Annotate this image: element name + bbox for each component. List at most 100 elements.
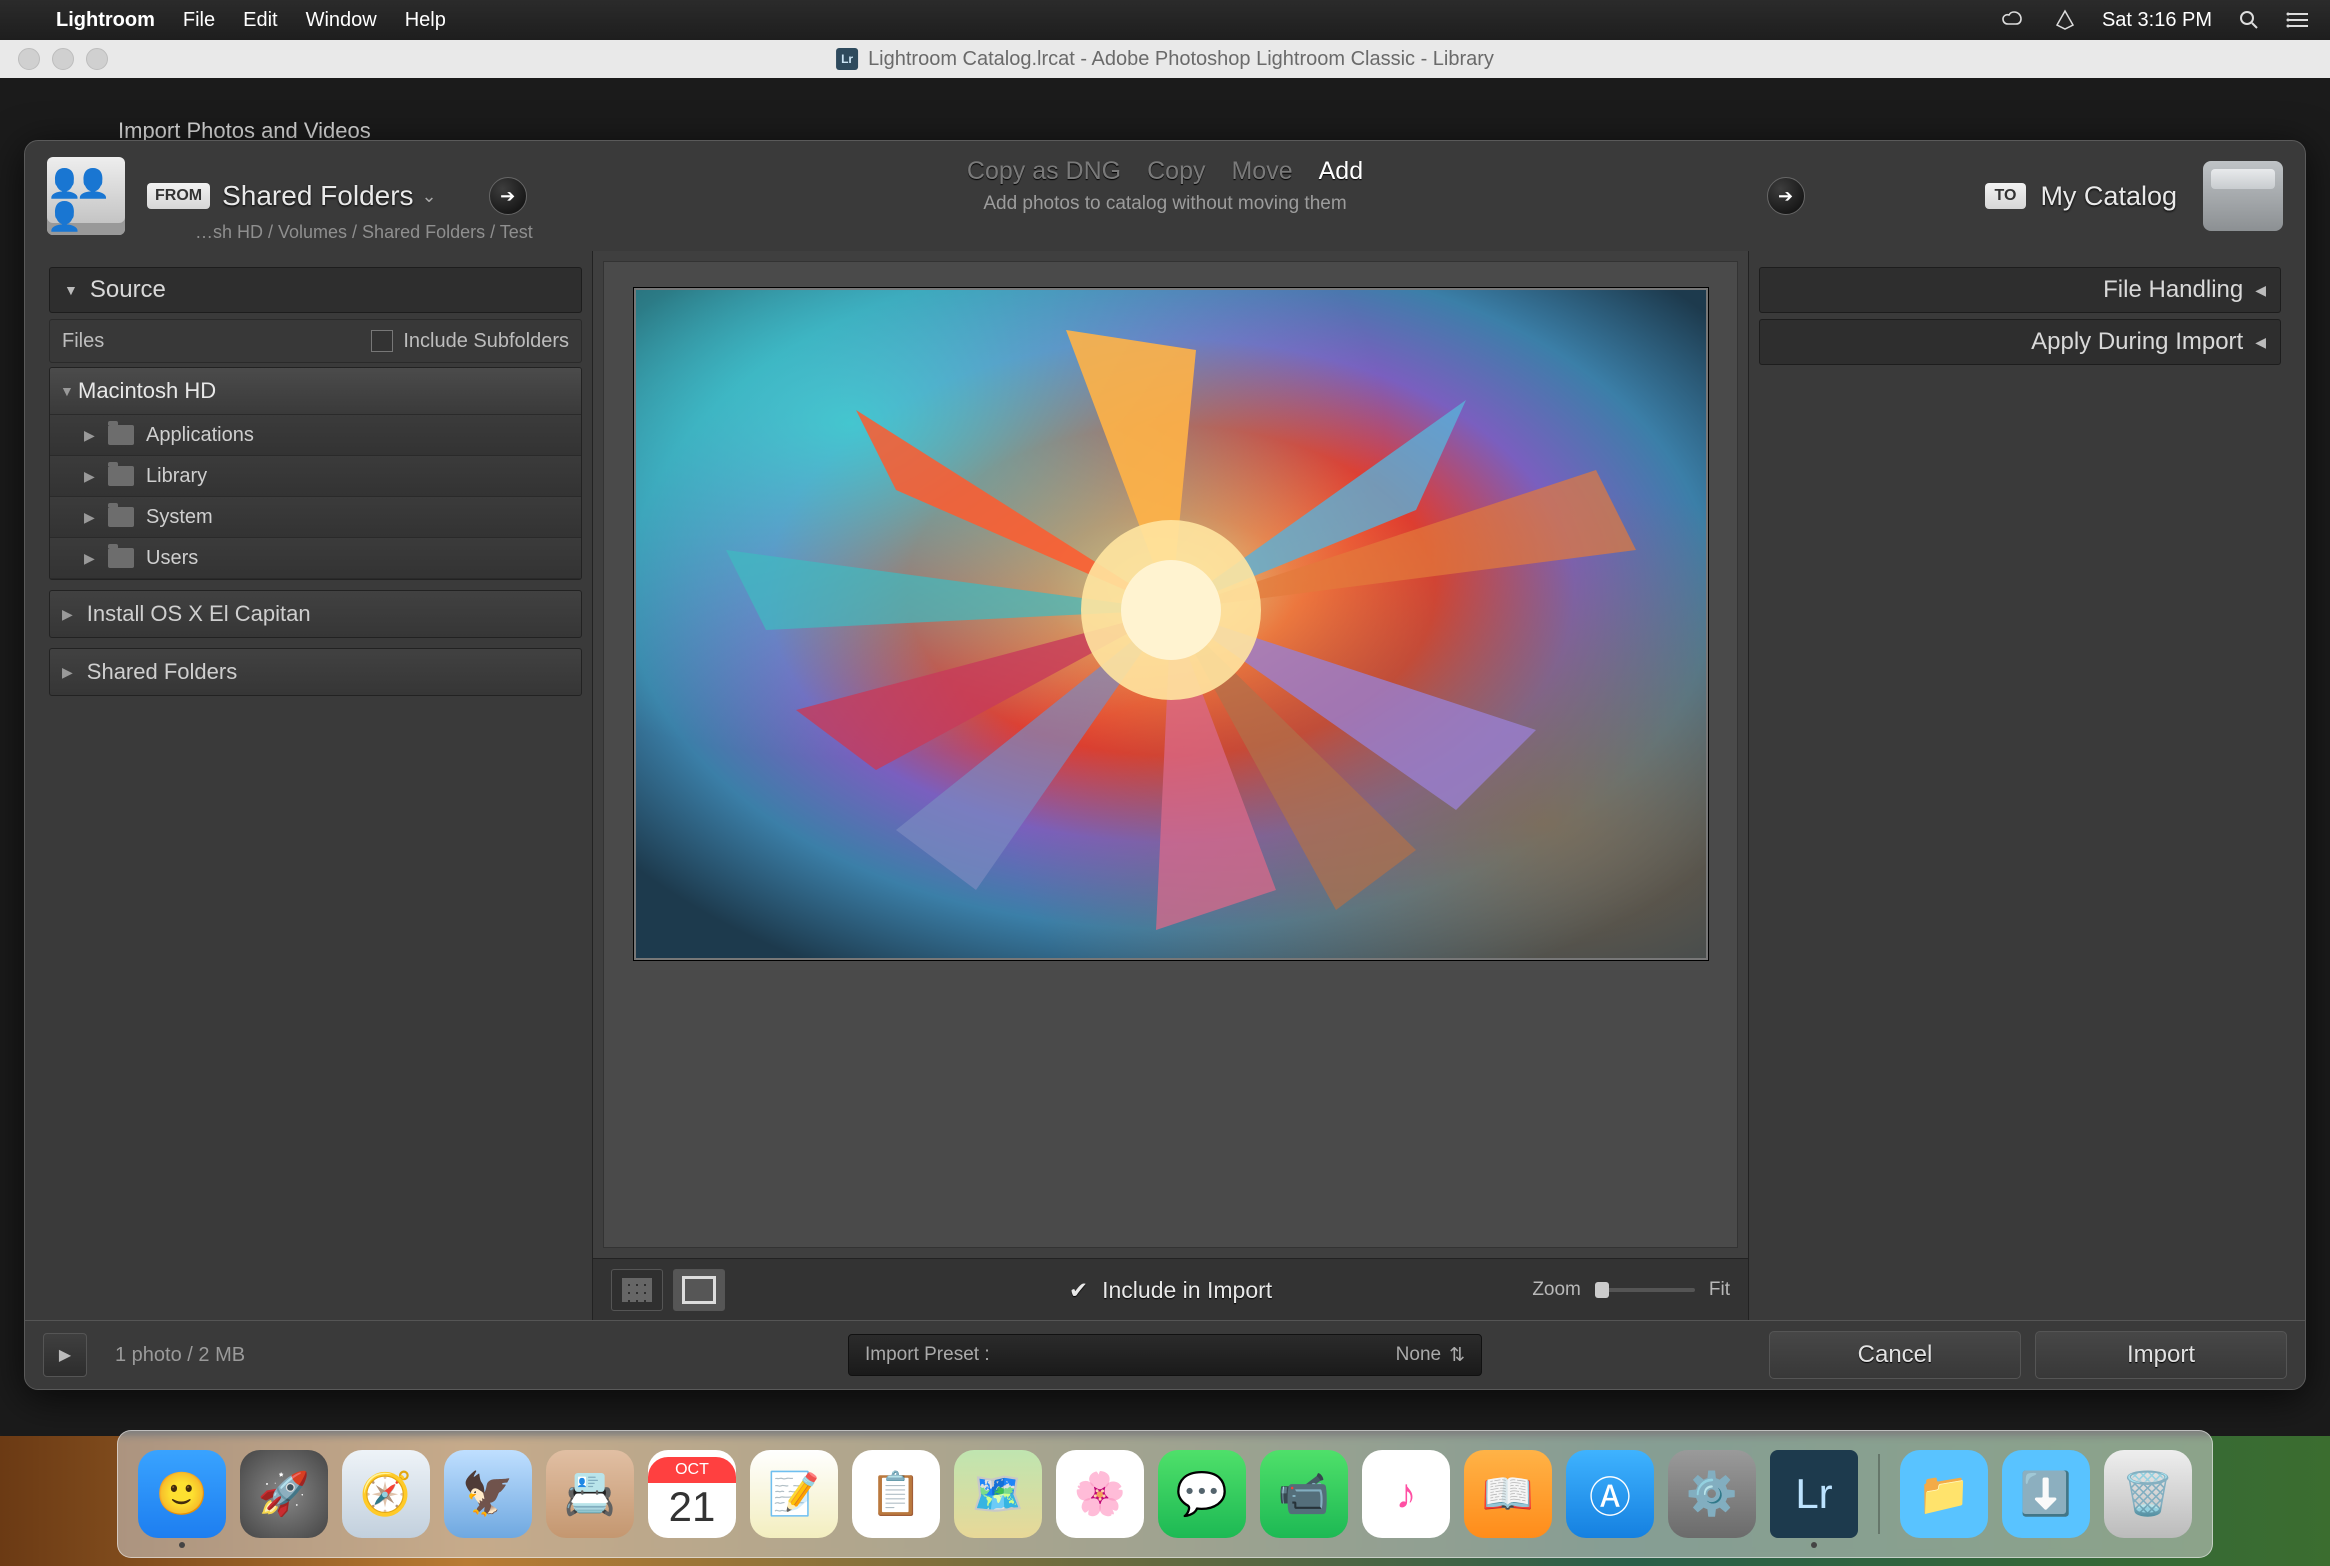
- import-dialog: 👤👤👤 FROM Shared Folders ⌄ …sh HD / Volum…: [24, 140, 2306, 1390]
- view-loupe-button[interactable]: [673, 1269, 725, 1311]
- dock-facetime[interactable]: 📹: [1260, 1450, 1348, 1538]
- mode-copy[interactable]: Copy: [1147, 157, 1205, 186]
- source-next-arrow[interactable]: ➔: [489, 177, 527, 215]
- import-preset-dropdown[interactable]: Import Preset : None ⇅: [848, 1334, 1482, 1376]
- dock-system-preferences[interactable]: ⚙️: [1668, 1450, 1756, 1538]
- import-modes: Copy as DNG Copy Move Add: [967, 157, 1363, 186]
- tree-folder-applications[interactable]: ▶Applications: [50, 415, 581, 456]
- files-row: Files Include Subfolders: [49, 319, 582, 363]
- macos-menubar: Lightroom File Edit Window Help Sat 3:16…: [0, 0, 2330, 40]
- status-icon[interactable]: [2054, 9, 2076, 32]
- folder-icon: [108, 466, 134, 486]
- zoom-slider[interactable]: [1595, 1288, 1695, 1292]
- traffic-minimize[interactable]: [52, 48, 74, 70]
- dock-messages[interactable]: 💬: [1158, 1450, 1246, 1538]
- dock-reminders[interactable]: 📋: [852, 1450, 940, 1538]
- dock-launchpad[interactable]: 🚀: [240, 1450, 328, 1538]
- dropdown-icon: ⇅: [1449, 1344, 1465, 1367]
- file-handling-header[interactable]: File Handling◀: [1759, 267, 2281, 313]
- mode-move[interactable]: Move: [1231, 157, 1292, 186]
- traffic-close[interactable]: [18, 48, 40, 70]
- dest-prev-arrow[interactable]: ➔: [1767, 177, 1805, 215]
- app-body: Import Photos and Videos 👤👤👤 FROM Shared…: [0, 78, 2330, 1566]
- menu-edit[interactable]: Edit: [243, 9, 277, 32]
- dest-name[interactable]: My Catalog: [2040, 181, 2177, 212]
- dock-finder[interactable]: 🙂: [138, 1450, 226, 1538]
- tree-folder-users[interactable]: ▶Users: [50, 538, 581, 579]
- macos-dock: 🙂 🚀 🧭 🦅 📇 OCT21 📝 📋 🗺️ 🌸 💬 📹 ♪ 📖 Ⓐ ⚙️ Lr…: [117, 1430, 2213, 1558]
- dock-safari[interactable]: 🧭: [342, 1450, 430, 1538]
- checkmark-icon: ✔: [1069, 1277, 1088, 1304]
- drive-shared-folders[interactable]: ▶Shared Folders: [49, 648, 582, 696]
- dock-maps[interactable]: 🗺️: [954, 1450, 1042, 1538]
- folder-tree: ▼Macintosh HD ▶Applications ▶Library ▶Sy…: [49, 367, 582, 580]
- center-toolbar: ✔ Include in Import Zoom Fit: [593, 1258, 1748, 1321]
- minimize-panel-button[interactable]: ▶: [43, 1333, 87, 1377]
- from-pill: FROM: [147, 183, 210, 209]
- source-shared-icon[interactable]: 👤👤👤: [47, 157, 125, 235]
- dock-ibooks[interactable]: 📖: [1464, 1450, 1552, 1538]
- files-label: Files: [62, 330, 104, 353]
- preset-label: Import Preset :: [865, 1344, 990, 1366]
- source-section-header[interactable]: ▼Source: [49, 267, 582, 313]
- dock-contacts[interactable]: 📇: [546, 1450, 634, 1538]
- preview-thumbnail[interactable]: [634, 288, 1708, 960]
- include-in-import-toggle[interactable]: ✔ Include in Import: [1069, 1277, 1272, 1304]
- dock-downloads[interactable]: ⬇️: [2002, 1450, 2090, 1538]
- import-button[interactable]: Import: [2035, 1331, 2287, 1379]
- window-titlebar: Lr Lightroom Catalog.lrcat - Adobe Photo…: [0, 40, 2330, 78]
- notification-center-icon[interactable]: [2286, 9, 2310, 32]
- menu-window[interactable]: Window: [306, 9, 377, 32]
- preview-area[interactable]: [603, 261, 1738, 1248]
- window-title: Lightroom Catalog.lrcat - Adobe Photosho…: [868, 48, 1494, 71]
- dock-mail[interactable]: 🦅: [444, 1450, 532, 1538]
- dest-disk-icon[interactable]: [2203, 161, 2283, 231]
- fit-label[interactable]: Fit: [1709, 1279, 1730, 1301]
- dock-lightroom[interactable]: Lr: [1770, 1450, 1858, 1538]
- folder-icon: [108, 507, 134, 527]
- mode-subtitle: Add photos to catalog without moving the…: [983, 193, 1346, 215]
- mode-dng[interactable]: Copy as DNG: [967, 157, 1121, 186]
- tree-root[interactable]: ▼Macintosh HD: [50, 368, 581, 415]
- dock-separator: [1878, 1454, 1880, 1534]
- spotlight-icon[interactable]: [2238, 9, 2260, 32]
- folder-icon: [108, 425, 134, 445]
- source-name[interactable]: Shared Folders: [222, 180, 413, 212]
- dock-calendar[interactable]: OCT21: [648, 1450, 736, 1538]
- menubar-clock[interactable]: Sat 3:16 PM: [2102, 9, 2212, 32]
- left-panel: ▼Source Files Include Subfolders ▼Macint…: [25, 251, 592, 1321]
- cancel-button[interactable]: Cancel: [1769, 1331, 2021, 1379]
- dock-appstore[interactable]: Ⓐ: [1566, 1450, 1654, 1538]
- source-path: …sh HD / Volumes / Shared Folders / Test: [195, 222, 533, 243]
- to-pill: TO: [1985, 183, 2027, 209]
- menu-help[interactable]: Help: [405, 9, 446, 32]
- creative-cloud-icon[interactable]: [2000, 9, 2028, 32]
- folder-icon: [108, 548, 134, 568]
- dock-itunes[interactable]: ♪: [1362, 1450, 1450, 1538]
- import-topbar: 👤👤👤 FROM Shared Folders ⌄ …sh HD / Volum…: [25, 141, 2305, 252]
- include-subfolders-label[interactable]: Include Subfolders: [403, 330, 569, 353]
- mode-add[interactable]: Add: [1319, 157, 1363, 186]
- source-dropdown-icon[interactable]: ⌄: [422, 186, 437, 207]
- center-panel: ✔ Include in Import Zoom Fit: [592, 251, 1749, 1321]
- preset-value: None: [1396, 1344, 1441, 1366]
- tree-folder-library[interactable]: ▶Library: [50, 456, 581, 497]
- dock-folder-1[interactable]: 📁: [1900, 1450, 1988, 1538]
- import-status: 1 photo / 2 MB: [115, 1344, 245, 1367]
- dialog-bottom-bar: ▶ 1 photo / 2 MB Import Preset : None ⇅ C…: [25, 1320, 2305, 1389]
- lightroom-badge-icon: Lr: [836, 48, 858, 70]
- dock-notes[interactable]: 📝: [750, 1450, 838, 1538]
- include-subfolders-checkbox[interactable]: [371, 330, 393, 352]
- desktop-background: 🙂 🚀 🧭 🦅 📇 OCT21 📝 📋 🗺️ 🌸 💬 📹 ♪ 📖 Ⓐ ⚙️ Lr…: [0, 1436, 2330, 1566]
- menu-file[interactable]: File: [183, 9, 215, 32]
- view-grid-button[interactable]: [611, 1269, 663, 1311]
- zoom-label: Zoom: [1532, 1279, 1581, 1301]
- apply-during-import-header[interactable]: Apply During Import◀: [1759, 319, 2281, 365]
- drive-install-osx[interactable]: ▶Install OS X El Capitan: [49, 590, 582, 638]
- right-panel: File Handling◀ Apply During Import◀: [1749, 251, 2305, 1321]
- tree-folder-system[interactable]: ▶System: [50, 497, 581, 538]
- dock-photos[interactable]: 🌸: [1056, 1450, 1144, 1538]
- traffic-zoom[interactable]: [86, 48, 108, 70]
- dock-trash[interactable]: 🗑️: [2104, 1450, 2192, 1538]
- app-menu[interactable]: Lightroom: [56, 9, 155, 32]
